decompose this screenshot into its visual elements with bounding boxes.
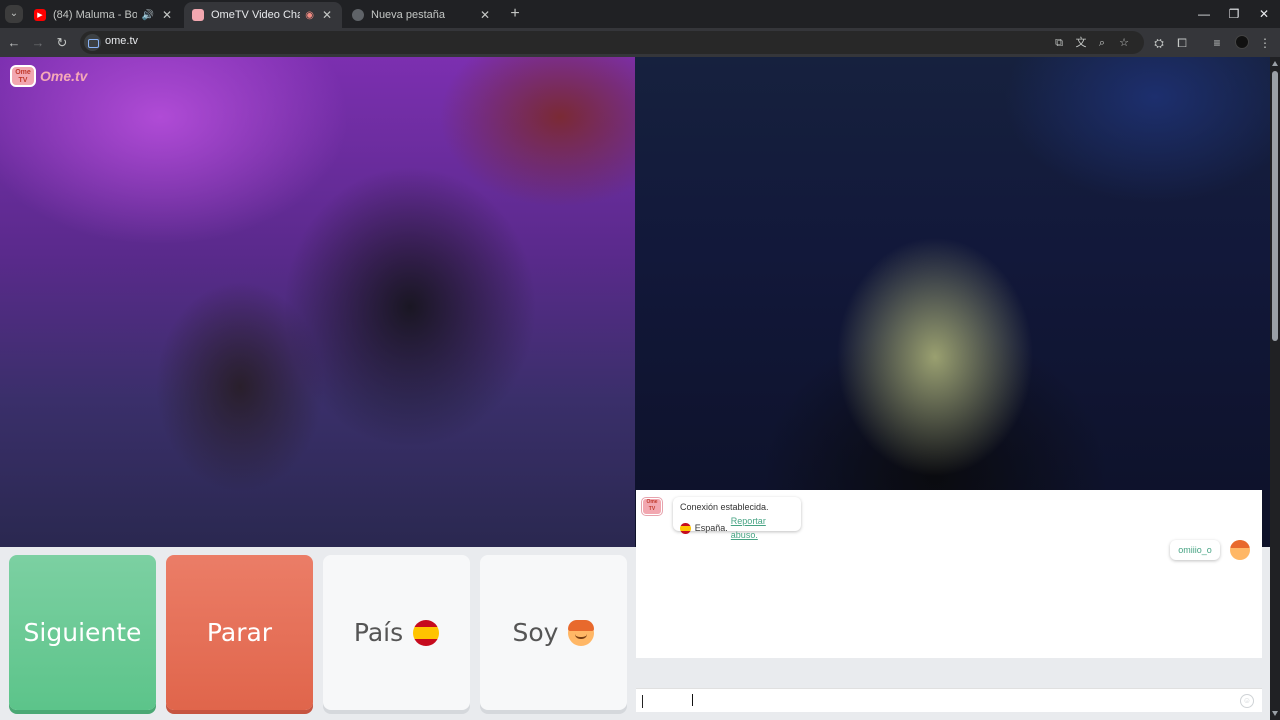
tab-label: Nueva pestaña xyxy=(371,9,445,21)
profile-avatar[interactable] xyxy=(1235,35,1249,49)
youtube-icon: ▶ xyxy=(34,9,46,21)
restore-icon[interactable]: ❐ xyxy=(1219,0,1249,28)
remote-video xyxy=(635,57,1270,547)
ometv-logo[interactable]: Ome TV Ome.tv xyxy=(10,64,87,88)
connection-status: Conexión establecida. xyxy=(680,502,769,512)
speaker-icon[interactable]: 🔊 xyxy=(142,10,154,21)
translate-icon[interactable]: 文 xyxy=(1073,35,1089,51)
country-label: País xyxy=(353,618,404,647)
ometv-system-avatar: Ome TV xyxy=(642,498,662,515)
close-tab-icon[interactable]: ✕ xyxy=(160,8,174,22)
scroll-down-icon[interactable] xyxy=(1272,711,1278,716)
extension-badge-icon[interactable]: ⛭ xyxy=(1150,34,1168,52)
text-caret xyxy=(642,695,643,708)
gender-button[interactable]: Soy xyxy=(480,555,627,710)
address-bar[interactable]: ome.tv ⧉ 文 ⌕ ☆ xyxy=(80,31,1144,54)
reload-icon[interactable]: ↻ xyxy=(52,33,72,53)
report-abuse-link[interactable]: Reportar abuso. xyxy=(731,514,794,542)
gender-label: Soy xyxy=(512,618,559,647)
tab-label: OmeTV Video Chat — Omegle xyxy=(211,9,301,21)
spain-flag-icon xyxy=(413,619,440,646)
close-window-icon[interactable]: ✕ xyxy=(1249,0,1279,28)
country-button[interactable]: País xyxy=(323,555,470,710)
ometv-logo-badge: Ome TV xyxy=(10,65,36,87)
browser-toolbar: ← → ↻ ome.tv ⧉ 文 ⌕ ☆ ⛭ ⧠ ≡ ⋮ xyxy=(0,28,1280,57)
user-avatar-boy-icon xyxy=(1230,540,1250,560)
close-tab-icon[interactable]: ✕ xyxy=(478,8,492,22)
emoji-picker-icon[interactable]: ☺ xyxy=(1240,694,1254,708)
spain-flag-icon xyxy=(680,522,691,534)
boy-emoji-icon xyxy=(568,619,595,646)
stop-label: Parar xyxy=(206,618,273,647)
chat-input[interactable]: ☺ xyxy=(636,688,1262,712)
tab-youtube[interactable]: ▶ (84) Maluma - Borro Cassette 🔊 ✕ xyxy=(26,2,182,28)
back-icon[interactable]: ← xyxy=(4,33,24,53)
new-tab-icon[interactable]: + xyxy=(505,4,525,24)
zoom-icon[interactable]: ⌕ xyxy=(1094,35,1110,51)
cast-icon[interactable]: ⧉ xyxy=(1051,35,1067,51)
bookmark-star-icon[interactable]: ☆ xyxy=(1116,35,1132,51)
next-button[interactable]: Siguiente xyxy=(9,555,156,710)
tab-new-tab[interactable]: Nueva pestaña ✕ xyxy=(344,2,500,28)
site-info-icon[interactable] xyxy=(84,34,101,51)
close-tab-icon[interactable]: ✕ xyxy=(320,8,334,22)
browser-tabstrip: ⌄ ▶ (84) Maluma - Borro Cassette 🔊 ✕ Ome… xyxy=(0,0,1280,28)
chrome-icon xyxy=(352,9,364,21)
tab-search-chevron-icon[interactable]: ⌄ xyxy=(5,5,23,23)
local-video: Ome TV Ome.tv xyxy=(0,57,635,547)
system-message: Conexión establecida. España. Reportar a… xyxy=(673,497,801,540)
recording-icon: ◉ xyxy=(305,9,314,21)
chat-panel: Ome TV Conexión establecida. España. Rep… xyxy=(636,490,1262,658)
forward-icon[interactable]: → xyxy=(28,33,48,53)
scroll-up-icon[interactable] xyxy=(1272,61,1278,66)
extensions-icon[interactable]: ⧠ xyxy=(1173,34,1191,52)
mouse-ibeam-cursor xyxy=(692,694,698,706)
tab-ometv[interactable]: OmeTV Video Chat — Omegle ◉ ✕ xyxy=(184,2,342,28)
next-label: Siguiente xyxy=(23,618,142,647)
country-name: España. xyxy=(694,523,728,533)
menu-kebab-icon[interactable]: ⋮ xyxy=(1256,34,1274,52)
ometv-logo-text: Ome.tv xyxy=(40,68,88,84)
scroll-thumb[interactable] xyxy=(1272,71,1278,341)
page-scrollbar[interactable] xyxy=(1270,57,1280,720)
tab-label: (84) Maluma - Borro Cassette xyxy=(53,9,137,21)
reading-list-icon[interactable]: ≡ xyxy=(1208,34,1226,52)
stop-button[interactable]: Parar xyxy=(166,555,313,710)
minimize-icon[interactable]: — xyxy=(1189,0,1219,28)
ometv-icon xyxy=(192,9,204,21)
user-message: omiiio_o xyxy=(1170,540,1220,560)
url-text: ome.tv xyxy=(105,35,139,47)
